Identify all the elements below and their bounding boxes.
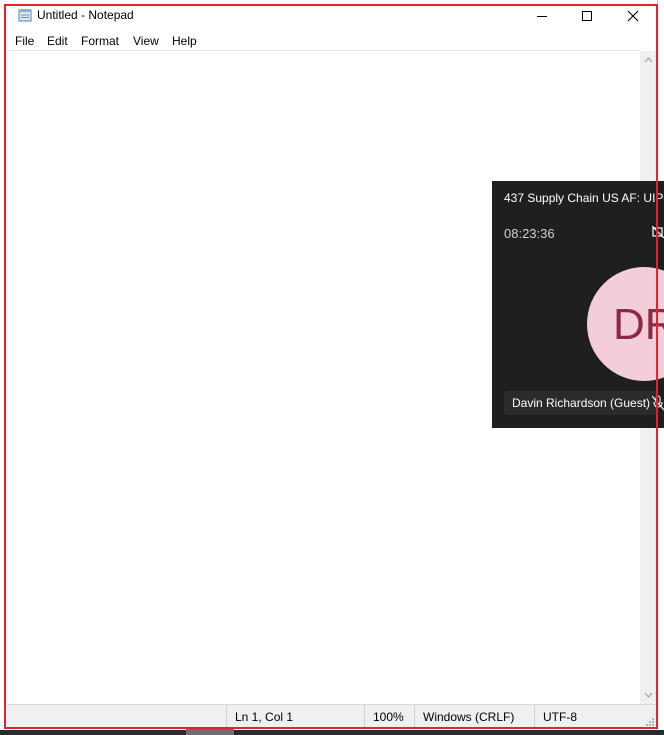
menu-edit[interactable]: Edit [47,34,68,48]
meeting-title: 437 Supply Chain US AF: UIP-2 [504,191,664,205]
close-button[interactable] [610,0,656,31]
avatar-initials: DR [613,300,664,349]
taskbar-active-indicator[interactable] [186,729,234,735]
menu-format[interactable]: Format [81,34,119,48]
minimize-button[interactable] [519,0,565,31]
participant-name: Davin Richardson (Guest) [504,391,659,415]
scroll-up-icon[interactable] [640,53,657,67]
avatar: DR [587,267,664,381]
status-bar: Ln 1, Col 1 100% Windows (CRLF) UTF-8 [7,704,657,729]
menu-help[interactable]: Help [172,34,197,48]
mic-muted-icon[interactable] [652,395,664,411]
maximize-button[interactable] [564,0,610,31]
window-title: Untitled - Notepad [37,8,134,22]
taskbar [0,730,664,735]
minimize-icon [537,15,547,17]
notepad-icon [18,8,32,22]
status-line-ending: Windows (CRLF) [414,705,534,729]
call-overlay[interactable]: 437 Supply Chain US AF: UIP-2 08:23:36 D… [492,181,664,428]
menu-view[interactable]: View [133,34,159,48]
title-bar[interactable]: Untitled - Notepad [0,0,664,31]
maximize-icon [582,10,592,21]
status-cursor-position: Ln 1, Col 1 [226,705,364,729]
call-duration: 08:23:36 [504,226,555,241]
menu-bar: File Edit Format View Help [0,31,664,51]
resize-grip-icon[interactable] [645,717,655,727]
camera-off-icon[interactable] [652,226,664,238]
scroll-down-icon[interactable] [640,688,657,702]
close-icon [627,10,639,21]
status-encoding: UTF-8 [534,705,644,729]
menu-file[interactable]: File [15,34,34,48]
status-zoom: 100% [364,705,414,729]
